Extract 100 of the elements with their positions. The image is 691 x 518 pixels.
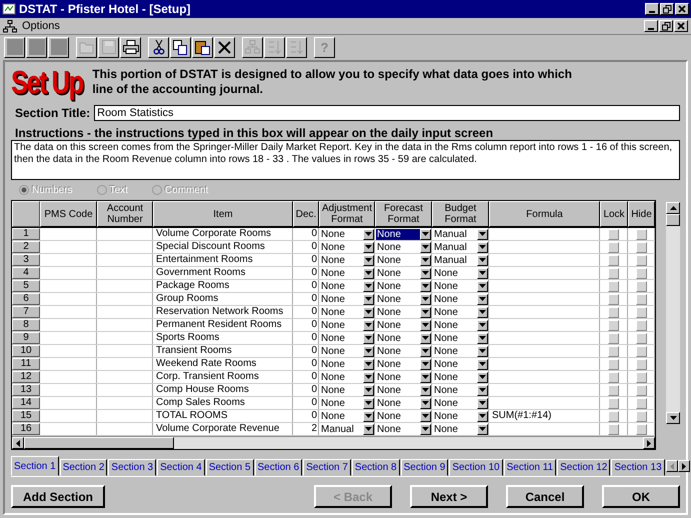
scroll-down-button[interactable] (666, 412, 680, 424)
row-header[interactable]: 8 (12, 319, 40, 331)
checkbox[interactable] (636, 306, 646, 318)
restore-button[interactable] (660, 3, 674, 15)
budget-dropdown[interactable]: Manual (432, 241, 489, 253)
scroll-right-button[interactable] (643, 437, 655, 449)
column-header[interactable]: Hide (628, 201, 655, 227)
column-header[interactable]: Budget Format (432, 201, 489, 227)
forecast-dropdown[interactable]: None (375, 397, 432, 409)
row-header[interactable]: 2 (12, 241, 40, 253)
row-header[interactable]: 11 (12, 358, 40, 370)
dialog-button[interactable]: Cancel (506, 485, 584, 508)
minimize-button[interactable] (644, 20, 658, 32)
column-header[interactable]: Dec. (293, 201, 319, 227)
row-header[interactable]: 12 (12, 371, 40, 383)
forecast-dropdown[interactable]: None (375, 306, 432, 318)
row-header[interactable]: 7 (12, 306, 40, 318)
blank-button[interactable] (48, 36, 69, 58)
forecast-dropdown[interactable]: None (375, 345, 432, 357)
adjustment-dropdown[interactable]: None (319, 293, 375, 305)
scroll-left-button[interactable] (12, 437, 24, 449)
section-tab[interactable]: Section 13 (611, 459, 665, 476)
forecast-dropdown[interactable]: None (375, 293, 432, 305)
column-header[interactable]: Account Number (97, 201, 153, 227)
adjustment-dropdown[interactable]: None (319, 358, 375, 370)
forecast-dropdown[interactable]: None (375, 241, 432, 253)
budget-dropdown[interactable]: None (432, 319, 489, 331)
horizontal-scrollbar[interactable] (12, 436, 655, 449)
budget-dropdown[interactable]: None (432, 280, 489, 292)
checkbox[interactable] (608, 242, 619, 252)
section-tab[interactable]: Section 12 (557, 459, 610, 476)
adjustment-dropdown[interactable]: None (319, 267, 375, 279)
tab-scroll-right-button[interactable] (678, 460, 690, 472)
forecast-dropdown[interactable]: None (375, 384, 432, 396)
minimize-button[interactable] (645, 3, 659, 15)
budget-dropdown[interactable]: None (432, 423, 489, 435)
close-button[interactable] (674, 20, 688, 32)
cut-button[interactable] (148, 36, 169, 58)
row-header[interactable]: 5 (12, 280, 40, 292)
checkbox[interactable] (636, 398, 646, 408)
paste-button[interactable] (192, 36, 213, 58)
section-tab[interactable]: Section 10 (449, 459, 503, 476)
checkbox[interactable] (608, 398, 619, 408)
adjustment-dropdown[interactable]: None (319, 410, 375, 422)
checkbox[interactable] (608, 228, 619, 240)
checkbox[interactable] (636, 358, 646, 370)
adjustment-dropdown[interactable]: None (319, 371, 375, 383)
adjustment-dropdown[interactable]: None (319, 332, 375, 344)
checkbox[interactable] (608, 332, 619, 344)
checkbox[interactable] (636, 228, 646, 240)
section-tab[interactable]: Section 5 (206, 459, 254, 476)
section-tab[interactable]: Section 4 (157, 459, 205, 476)
budget-dropdown[interactable]: None (432, 332, 489, 344)
checkbox[interactable] (608, 424, 619, 434)
adjustment-dropdown[interactable]: None (319, 319, 375, 331)
menu-item[interactable]: Options (22, 20, 60, 32)
checkbox[interactable] (608, 294, 619, 304)
budget-dropdown[interactable]: None (432, 345, 489, 357)
section-title-field[interactable]: Room Statistics (94, 105, 680, 121)
section-tab[interactable]: Section 3 (108, 459, 156, 476)
budget-dropdown[interactable]: None (432, 410, 489, 422)
grid-corner[interactable] (12, 201, 40, 227)
forecast-dropdown[interactable]: None (375, 332, 432, 344)
forecast-dropdown[interactable]: None (375, 319, 432, 331)
checkbox[interactable] (608, 384, 619, 396)
adjustment-dropdown[interactable]: None (319, 241, 375, 253)
row-header[interactable]: 4 (12, 267, 40, 279)
checkbox[interactable] (608, 268, 619, 278)
checkbox[interactable] (636, 372, 646, 382)
budget-dropdown[interactable]: None (432, 397, 489, 409)
checkbox[interactable] (608, 254, 619, 266)
column-header[interactable]: Formula (489, 201, 600, 227)
section-tab[interactable]: Section 8 (352, 459, 400, 476)
dialog-button[interactable]: OK (602, 485, 680, 508)
blank-button[interactable] (4, 36, 25, 58)
blank-button[interactable] (26, 36, 47, 58)
section-tab[interactable]: Section 11 (504, 459, 556, 476)
section-tab[interactable]: Section 2 (60, 459, 108, 476)
forecast-dropdown[interactable]: None (375, 280, 432, 292)
section-tab[interactable]: Section 7 (303, 459, 351, 476)
scrollbar-thumb[interactable] (666, 214, 680, 226)
tab-scroll-left-button[interactable] (666, 460, 678, 472)
checkbox[interactable] (608, 280, 619, 292)
checkbox[interactable] (608, 346, 619, 356)
forecast-dropdown[interactable]: None (375, 267, 432, 279)
section-tab[interactable]: Section 6 (254, 459, 302, 476)
section-tab[interactable]: Section 9 (400, 459, 448, 476)
print-button[interactable] (120, 36, 141, 58)
column-header[interactable]: Adjustment Format (319, 201, 375, 227)
adjustment-dropdown[interactable]: None (319, 254, 375, 266)
forecast-dropdown[interactable]: None (375, 254, 432, 266)
restore-button[interactable] (659, 20, 673, 32)
checkbox[interactable] (608, 320, 619, 330)
forecast-dropdown[interactable]: None (375, 410, 432, 422)
row-header[interactable]: 9 (12, 332, 40, 344)
column-header[interactable]: Forecast Format (375, 201, 432, 227)
instructions-field[interactable]: The data on this screen comes from the Springer-Miller Daily Market Report. Key in the data in the Rms column report into rows 1 - 16 of this screen, then the data in the Room Revenue column into rows 18 - 33 . The values in rows 35 - 59 are calculated. (11, 140, 680, 180)
budget-dropdown[interactable]: None (432, 293, 489, 305)
checkbox[interactable] (636, 242, 646, 252)
row-header[interactable]: 6 (12, 293, 40, 305)
